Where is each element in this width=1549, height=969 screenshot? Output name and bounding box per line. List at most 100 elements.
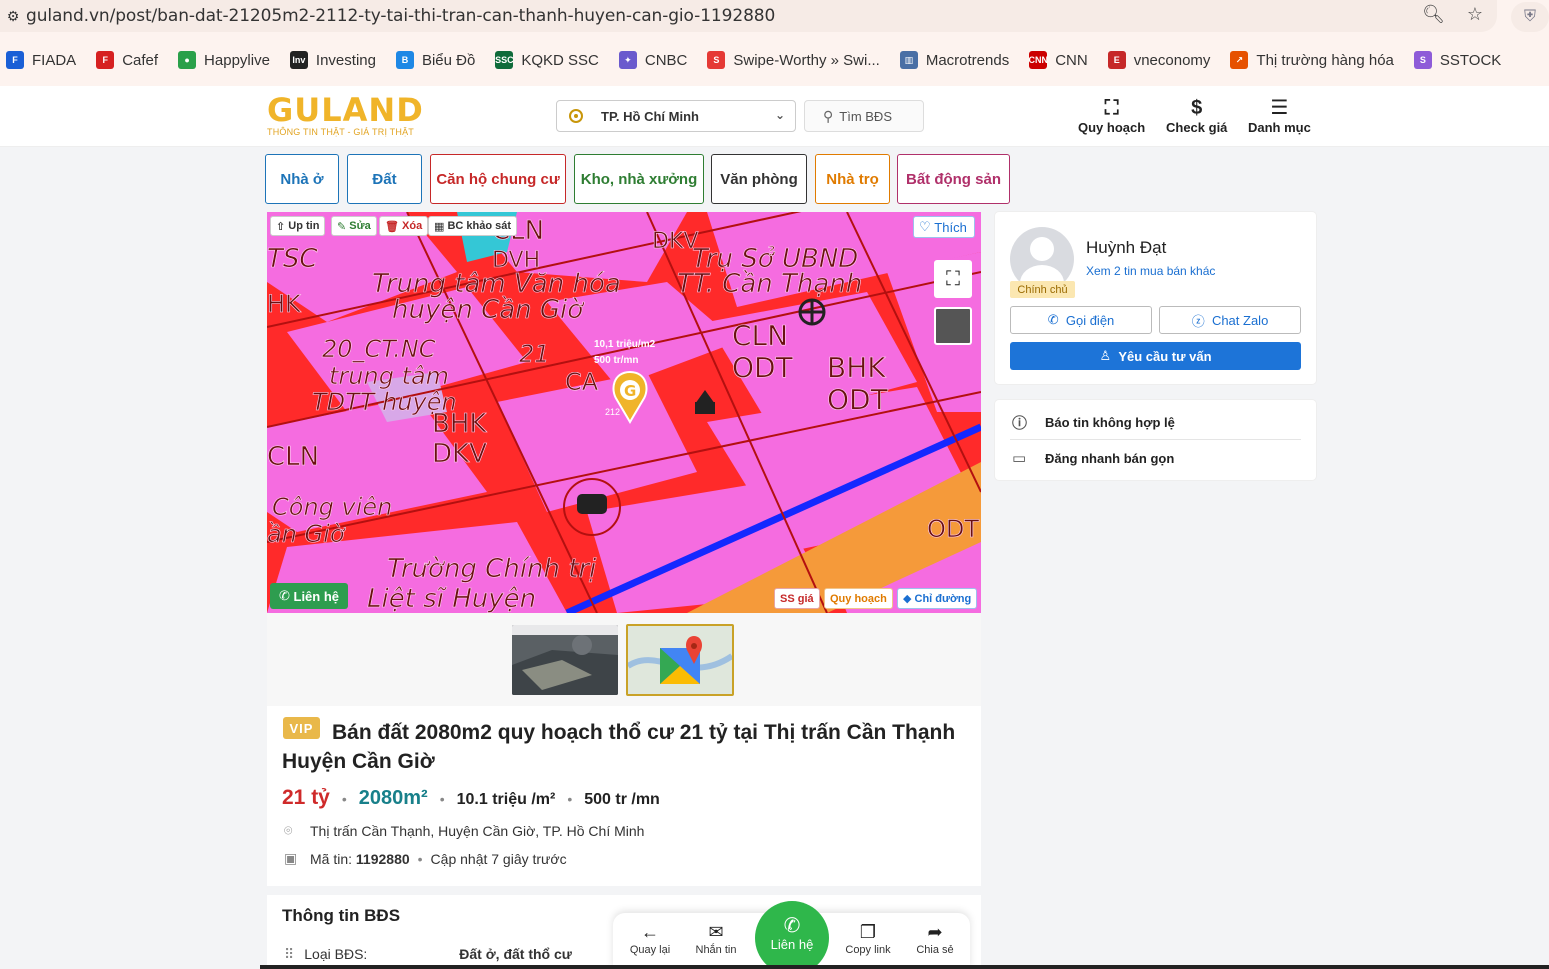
- google-maps-thumbnail-image: [628, 626, 732, 694]
- map-label: Trường Chính trị: [387, 554, 597, 584]
- up-tin-button[interactable]: ⇧ Up tin: [270, 216, 326, 236]
- planning-map-button[interactable]: Quy hoạch: [824, 588, 893, 609]
- category-can-ho[interactable]: Căn hộ chung cư: [430, 154, 566, 204]
- bookmark-item[interactable]: B Biểu Đồ: [395, 51, 475, 69]
- google-maps-thumbnail[interactable]: [626, 624, 734, 696]
- fullscreen-icon[interactable]: ⛶: [934, 260, 972, 298]
- share-icon: ➦: [927, 922, 943, 942]
- site-settings-icon[interactable]: ⚙: [0, 0, 26, 32]
- logo-tagline: THÔNG TIN THẬT - GIÁ TRỊ THẬT: [267, 127, 414, 137]
- contact-map-button[interactable]: ✆ Liên hệ: [270, 583, 348, 609]
- location-pin-icon: ⌾: [284, 822, 293, 838]
- category-bat-dong-san[interactable]: Bất động sản: [897, 154, 1010, 204]
- seller-name[interactable]: Huỳnh Đạt: [1086, 238, 1166, 258]
- search-button[interactable]: ⚲ Tìm BĐS: [804, 100, 924, 132]
- category-nha-o[interactable]: Nhà ở: [265, 154, 339, 204]
- bookmark-item[interactable]: CNN CNN: [1028, 51, 1088, 69]
- share-button[interactable]: ➦ Chia sẻ: [905, 920, 965, 956]
- delete-label: Xóa: [402, 220, 423, 232]
- quick-sell-button[interactable]: ▭ Đăng nhanh bán gọn: [1012, 449, 1174, 467]
- bookmark-item[interactable]: Inv Investing: [289, 51, 376, 69]
- map-label: DKV: [432, 439, 487, 469]
- listing-code: 1192880: [355, 850, 410, 867]
- bookmarks-bar: F FIADA F Cafef ● Happylive Inv Investing B Biểu …: [0, 44, 1515, 76]
- bookmark-item[interactable]: F Cafef: [96, 51, 158, 69]
- property-type-row: ⠿ Loại BĐS: Đất ở, đất thổ cư: [284, 946, 572, 963]
- planning-map-label: Quy hoạch: [830, 592, 887, 605]
- bookmark-item[interactable]: S SSTOCK: [1413, 51, 1502, 69]
- category-kho-nha-xuong[interactable]: Kho, nhà xưởng: [574, 154, 704, 204]
- category-label: Căn hộ chung cư: [436, 170, 560, 188]
- map-label: ODT: [927, 515, 979, 543]
- survey-report-button[interactable]: ▦ BC khảo sát: [428, 216, 518, 236]
- message-icon: ✉: [708, 922, 724, 942]
- address-bar[interactable]: ⚙ guland.vn/post/ban-dat-21205m2-2112-ty…: [0, 0, 1497, 32]
- zalo-button[interactable]: ⓩ Chat Zalo: [1159, 306, 1301, 334]
- check-price-button[interactable]: $ Check giá: [1166, 96, 1227, 135]
- contact-label: Liên hệ: [770, 937, 814, 952]
- compare-price-label: SS giá: [780, 592, 814, 605]
- satellite-toggle[interactable]: [934, 307, 972, 345]
- map-label: BHK: [432, 409, 487, 439]
- property-info-title: Thông tin BĐS: [282, 906, 401, 925]
- edit-button[interactable]: ✎ Sửa: [331, 216, 377, 236]
- message-button[interactable]: ✉ Nhắn tin: [686, 920, 746, 956]
- seller-more-link[interactable]: Xem 2 tin mua bán khác: [1086, 264, 1215, 278]
- monitor-icon: ▭: [1012, 450, 1027, 467]
- planning-map[interactable]: TSC Trung tâm Văn hóa huyện Cần Giờ Trụ …: [267, 212, 981, 613]
- category-nha-tro[interactable]: Nhà trọ: [815, 154, 890, 204]
- bookmark-favicon-icon: CNN: [1028, 51, 1048, 69]
- satellite-thumbnail[interactable]: [512, 625, 618, 695]
- zoom-icon[interactable]: 🔍︎: [1422, 4, 1445, 25]
- category-dat[interactable]: Đất: [347, 154, 422, 204]
- survey-report-label: BC khảo sát: [447, 220, 512, 232]
- marker-price-label: 10,1 triệu/m2: [594, 339, 656, 350]
- back-button[interactable]: ← Quay lại: [620, 920, 680, 956]
- bookmark-label: SSTOCK: [1439, 51, 1502, 69]
- bookmark-star-icon[interactable]: ☆: [1467, 4, 1483, 25]
- map-label: 21: [519, 340, 550, 368]
- report-invalid-button[interactable]: ⓘ Báo tin không hợp lệ: [1012, 412, 1175, 433]
- bookmark-favicon-icon: F: [96, 51, 115, 69]
- heart-icon: ♡: [919, 219, 931, 234]
- bookmark-item[interactable]: ● Happylive: [178, 51, 270, 69]
- bookmark-label: Happylive: [204, 51, 270, 69]
- map-label: CA: [565, 368, 599, 396]
- consult-button[interactable]: ♙ Yêu cầu tư vấn: [1010, 342, 1301, 370]
- bookmark-favicon-icon: ✦: [618, 51, 637, 69]
- copy-link-button[interactable]: ❐ Copy link: [838, 920, 898, 956]
- bookmark-item[interactable]: ↗ Thị trường hàng hóa: [1230, 51, 1394, 69]
- bookmark-item[interactable]: ✦ CNBC: [618, 51, 687, 69]
- bookmark-label: FIADA: [32, 51, 77, 69]
- like-label: Thích: [934, 219, 967, 235]
- category-label: Nhà ở: [280, 170, 324, 188]
- map-label: TSC: [267, 244, 318, 274]
- call-button[interactable]: ✆ Gọi điện: [1010, 306, 1152, 334]
- back-label: Quay lại: [629, 944, 671, 956]
- menu-button[interactable]: ☰ Danh mục: [1248, 96, 1311, 135]
- like-button[interactable]: ♡ Thích: [913, 216, 975, 238]
- directions-button[interactable]: ◆ Chỉ đường: [897, 588, 978, 609]
- category-label: Kho, nhà xưởng: [580, 170, 698, 188]
- city-select[interactable]: TP. Hồ Chí Minh ⌄: [556, 100, 796, 132]
- delete-button[interactable]: 🗑 Xóa: [379, 216, 429, 236]
- planning-button[interactable]: ⛶ Quy hoạch: [1078, 96, 1145, 135]
- url-text[interactable]: guland.vn/post/ban-dat-21205m2-2112-ty-t…: [26, 6, 775, 26]
- shield-extension-icon[interactable]: ⛨: [1511, 2, 1549, 32]
- bookmark-item[interactable]: Evneconomy: [1107, 51, 1211, 69]
- guland-logo[interactable]: GULAND THÔNG TIN THẬT - GIÁ TRỊ THẬT: [267, 94, 424, 137]
- contact-button[interactable]: ✆ Liên hệ: [755, 901, 829, 969]
- bookmark-item[interactable]: SSC KQKD SSC: [495, 51, 599, 69]
- bookmark-item[interactable]: ▥ Macrotrends: [899, 51, 1009, 69]
- directions-label: Chỉ đường: [914, 592, 972, 605]
- arrow-left-icon: ←: [641, 922, 659, 942]
- owner-badge: Chính chủ: [1010, 281, 1075, 298]
- bookmark-label: Cafef: [122, 51, 159, 69]
- grid-icon: ⠿: [284, 946, 295, 962]
- bookmark-item[interactable]: F FIADA: [6, 51, 76, 69]
- bookmark-item[interactable]: S Swipe-Worthy » Swi...: [707, 51, 880, 69]
- compare-price-button[interactable]: SS giá: [774, 588, 820, 609]
- bookmark-label: vneconomy: [1133, 51, 1211, 69]
- category-van-phong[interactable]: Văn phòng: [711, 154, 807, 204]
- category-label: Đất: [372, 170, 397, 188]
